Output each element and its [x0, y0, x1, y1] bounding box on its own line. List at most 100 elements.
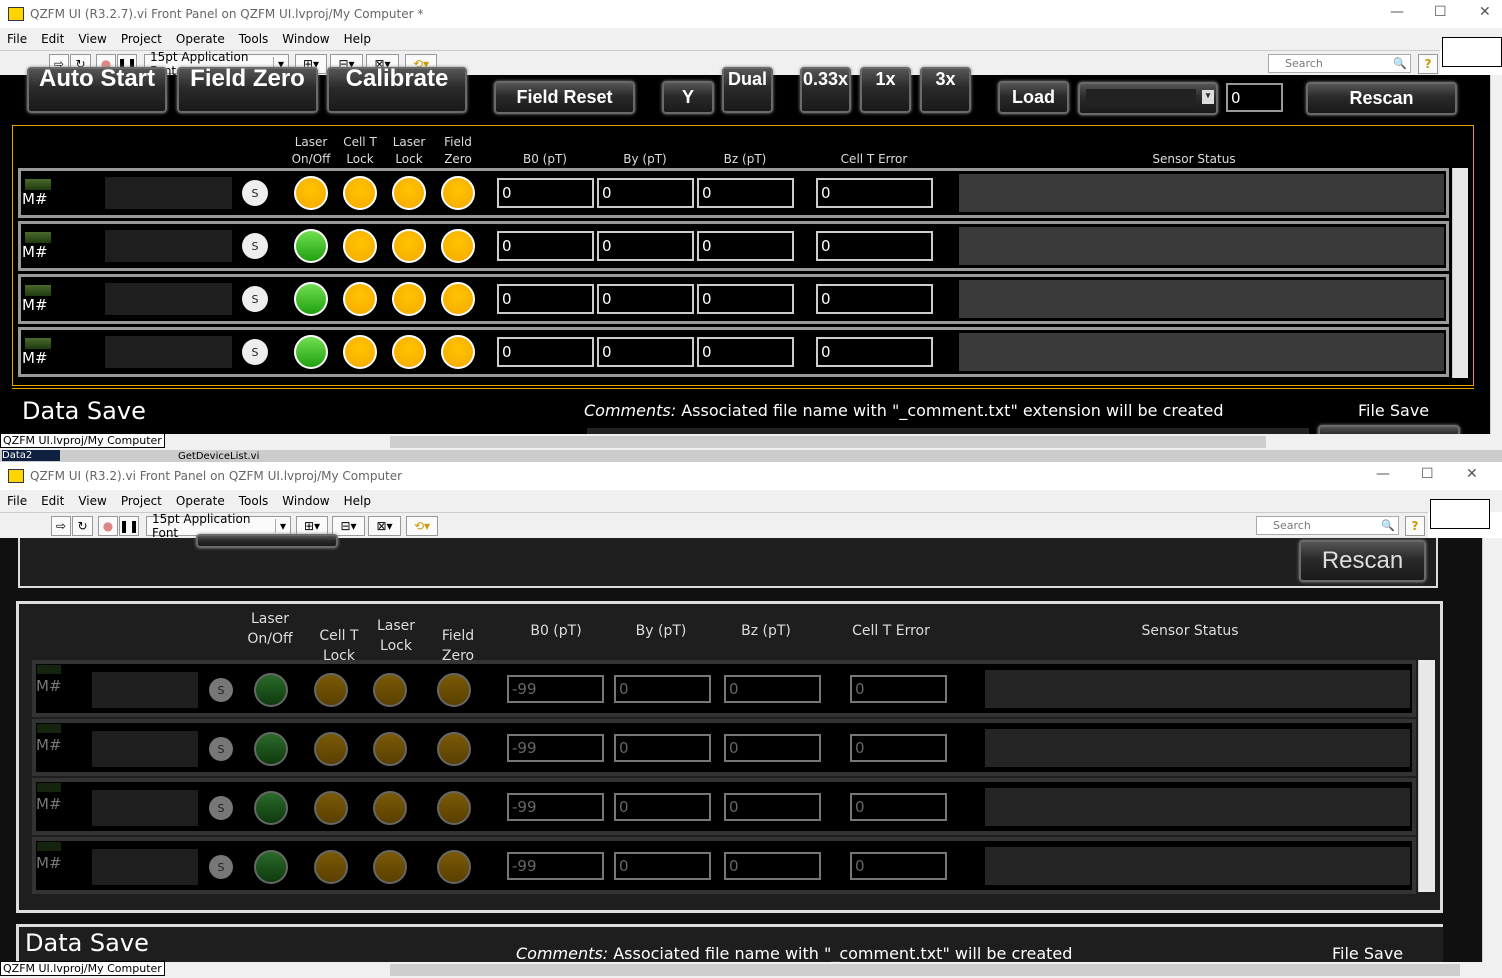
- bz-field[interactable]: 0: [724, 852, 821, 880]
- by-field[interactable]: 0: [597, 231, 694, 261]
- s-button[interactable]: S: [242, 180, 268, 206]
- search-icon[interactable]: 🔍: [1393, 57, 1410, 70]
- b0-field[interactable]: 0: [497, 337, 594, 367]
- menu-file[interactable]: File: [0, 32, 34, 46]
- close-icon[interactable]: ✕: [1466, 466, 1478, 482]
- chevron-down-icon[interactable]: ▾: [1202, 90, 1214, 104]
- menu-project[interactable]: Project: [114, 494, 169, 508]
- b0-field[interactable]: -99: [507, 734, 604, 762]
- by-field[interactable]: 0: [614, 793, 711, 821]
- menu-edit[interactable]: Edit: [34, 494, 71, 508]
- auto-start-button[interactable]: Auto Start: [27, 67, 167, 113]
- s-button[interactable]: S: [209, 855, 233, 879]
- help-icon[interactable]: ?: [1418, 54, 1438, 74]
- by-field[interactable]: 0: [614, 675, 711, 703]
- menu-operate[interactable]: Operate: [169, 494, 232, 508]
- b0-field[interactable]: 0: [497, 284, 594, 314]
- search-icon[interactable]: 🔍: [1381, 519, 1398, 532]
- err-field[interactable]: 0: [816, 231, 933, 261]
- s-button[interactable]: S: [242, 233, 268, 259]
- b0-field[interactable]: -99: [507, 852, 604, 880]
- menu-window[interactable]: Window: [275, 494, 336, 508]
- rescan-button[interactable]: Rescan: [1299, 540, 1426, 582]
- bz-field[interactable]: 0: [724, 734, 821, 762]
- by-field[interactable]: 0: [614, 852, 711, 880]
- maximize-icon[interactable]: ☐: [1434, 4, 1447, 20]
- err-field[interactable]: 0: [850, 852, 947, 880]
- bz-field[interactable]: 0: [724, 793, 821, 821]
- bz-field[interactable]: 0: [697, 178, 794, 208]
- menu-help[interactable]: Help: [337, 32, 378, 46]
- resize-icon[interactable]: ⊠▾: [368, 516, 401, 536]
- run-icon[interactable]: ⇨: [51, 516, 71, 536]
- x3-button[interactable]: 3x: [920, 67, 971, 113]
- s-button[interactable]: S: [209, 796, 233, 820]
- menu-help[interactable]: Help: [337, 494, 378, 508]
- vertical-scrollbar[interactable]: [1482, 538, 1502, 962]
- b0-field[interactable]: 0: [497, 231, 594, 261]
- by-field[interactable]: 0: [597, 337, 694, 367]
- bz-field[interactable]: 0: [697, 231, 794, 261]
- err-field[interactable]: 0: [850, 793, 947, 821]
- pause-icon[interactable]: ❚❚: [119, 516, 139, 536]
- help-icon[interactable]: ?: [1405, 516, 1425, 536]
- b0-field[interactable]: -99: [507, 675, 604, 703]
- menu-project[interactable]: Project: [114, 32, 169, 46]
- x1-button[interactable]: 1x: [860, 67, 911, 113]
- menu-operate[interactable]: Operate: [169, 32, 232, 46]
- menu-edit[interactable]: Edit: [34, 32, 71, 46]
- rescan-button[interactable]: Rescan: [1306, 82, 1457, 115]
- horizontal-scrollbar[interactable]: [390, 436, 1266, 448]
- bz-field[interactable]: 0: [724, 675, 821, 703]
- abort-icon[interactable]: ●: [98, 516, 118, 536]
- minimize-icon[interactable]: —: [1390, 4, 1404, 20]
- load-button[interactable]: Load: [998, 81, 1069, 114]
- err-field[interactable]: 0: [816, 337, 933, 367]
- minimize-icon[interactable]: —: [1376, 466, 1390, 482]
- menu-view[interactable]: View: [71, 494, 113, 508]
- menu-view[interactable]: View: [71, 32, 113, 46]
- load-index-field[interactable]: 0: [1226, 83, 1283, 112]
- err-field[interactable]: 0: [850, 675, 947, 703]
- b0-field[interactable]: -99: [507, 793, 604, 821]
- err-field[interactable]: 0: [816, 178, 933, 208]
- distribute-icon[interactable]: ⊟▾: [332, 516, 365, 536]
- table-scrollbar[interactable]: [1452, 168, 1468, 378]
- calibrate-button[interactable]: Calibrate: [327, 67, 467, 113]
- menu-window[interactable]: Window: [275, 32, 336, 46]
- dual-button[interactable]: Dual: [722, 67, 773, 113]
- run-continuously-icon[interactable]: ↻: [72, 516, 93, 536]
- maximize-icon[interactable]: ☐: [1421, 466, 1434, 482]
- vertical-scrollbar[interactable]: [1490, 75, 1502, 434]
- by-field[interactable]: 0: [614, 734, 711, 762]
- align-icon[interactable]: ⊞▾: [296, 516, 328, 536]
- horizontal-scrollbar[interactable]: [390, 964, 1460, 976]
- close-icon[interactable]: ✕: [1479, 4, 1491, 20]
- bz-field[interactable]: 0: [697, 337, 794, 367]
- reorder-icon[interactable]: ⟲▾: [406, 516, 438, 536]
- by-field[interactable]: 0: [597, 178, 694, 208]
- err-field[interactable]: 0: [816, 284, 933, 314]
- x033-button[interactable]: 0.33x: [800, 67, 851, 113]
- search-input[interactable]: Search 🔍: [1256, 516, 1399, 535]
- by-field[interactable]: 0: [597, 284, 694, 314]
- menu-tools[interactable]: Tools: [232, 494, 276, 508]
- s-button[interactable]: S: [209, 678, 233, 702]
- bz-field[interactable]: 0: [697, 284, 794, 314]
- field-zero-button[interactable]: Field Zero: [177, 67, 318, 113]
- err-field[interactable]: 0: [850, 734, 947, 762]
- field-reset-button[interactable]: Field Reset: [494, 81, 635, 114]
- menu-tools[interactable]: Tools: [232, 32, 276, 46]
- y-button[interactable]: Y: [662, 81, 714, 114]
- hidden-button[interactable]: [196, 534, 338, 548]
- file-dropdown[interactable]: ▾: [1078, 82, 1218, 115]
- font-select[interactable]: 15pt Application Font▾: [146, 512, 291, 540]
- s-button[interactable]: S: [209, 737, 233, 761]
- search-input[interactable]: Search 🔍: [1268, 54, 1411, 73]
- s-button[interactable]: S: [242, 286, 268, 312]
- table-scrollbar[interactable]: [1418, 660, 1435, 892]
- laser-onoff-led: [254, 673, 288, 707]
- s-button[interactable]: S: [242, 339, 268, 365]
- b0-field[interactable]: 0: [497, 178, 594, 208]
- menu-file[interactable]: File: [0, 494, 34, 508]
